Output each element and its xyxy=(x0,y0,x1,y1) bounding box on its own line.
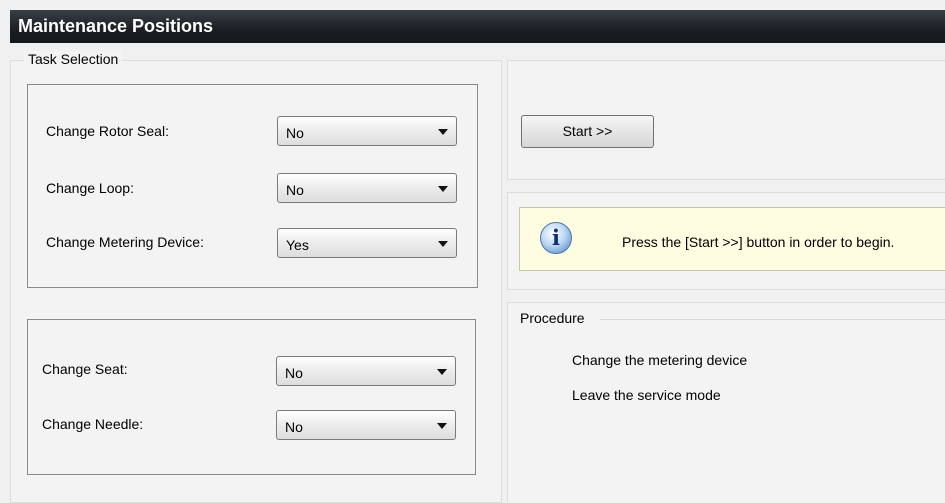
info-icon: i xyxy=(540,222,572,254)
procedure-label: Procedure xyxy=(516,310,589,326)
loop-value: No xyxy=(286,182,304,198)
chevron-down-icon xyxy=(438,241,448,247)
rotor-seal-value: No xyxy=(286,125,304,141)
info-message-box: i Press the [Start >>] button in order t… xyxy=(519,207,945,271)
loop-select[interactable]: No xyxy=(277,173,457,203)
metering-device-label: Change Metering Device: xyxy=(46,234,204,250)
procedure-divider xyxy=(600,319,945,320)
chevron-down-icon xyxy=(438,186,448,192)
start-button[interactable]: Start >> xyxy=(521,115,654,148)
procedure-step: Change the metering device xyxy=(572,352,748,368)
needle-value: No xyxy=(285,419,303,435)
seat-value: No xyxy=(285,365,303,381)
metering-device-value: Yes xyxy=(286,237,309,253)
needle-label: Change Needle: xyxy=(42,416,144,432)
rotor-seal-select[interactable]: No xyxy=(277,116,457,146)
info-message: Press the [Start >>] button in order to … xyxy=(622,234,895,250)
metering-device-select[interactable]: Yes xyxy=(277,228,457,258)
loop-label: Change Loop: xyxy=(46,180,134,196)
task-selection-label: Task Selection xyxy=(24,51,123,67)
needle-select[interactable]: No xyxy=(276,410,456,440)
procedure-step: Leave the service mode xyxy=(572,387,721,403)
rotor-seal-label: Change Rotor Seal: xyxy=(46,123,169,139)
window-title: Maintenance Positions xyxy=(10,10,945,43)
seat-label: Change Seat: xyxy=(42,361,128,377)
task-group-2 xyxy=(27,319,476,475)
chevron-down-icon xyxy=(437,369,447,375)
seat-select[interactable]: No xyxy=(276,356,456,386)
chevron-down-icon xyxy=(438,129,448,135)
chevron-down-icon xyxy=(437,423,447,429)
